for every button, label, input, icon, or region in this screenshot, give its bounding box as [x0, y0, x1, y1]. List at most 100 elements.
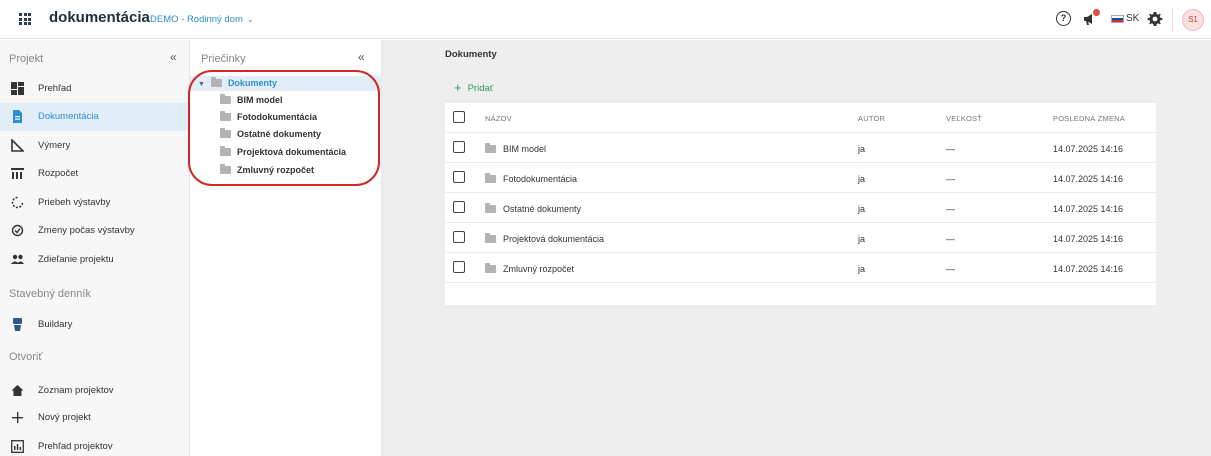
tree-item-label: BIM model [237, 95, 283, 105]
main-content: Dokumenty + Pridať NÁZOV AUTOR VEĽKOSŤ PO… [382, 40, 1211, 456]
row-name-cell[interactable]: BIM model [485, 143, 547, 154]
folder-icon [220, 164, 231, 174]
sidebar-item-vymery[interactable]: Výmery [0, 132, 189, 160]
row-size: — [946, 234, 955, 244]
sidebar-item-rozpocet[interactable]: Rozpočet [0, 160, 189, 188]
sidebar-item-zdielanie[interactable]: Zdieľanie projektu [0, 246, 189, 274]
row-name: Ostatné dokumenty [503, 204, 582, 214]
tree-item-bim-model[interactable]: BIM model [220, 94, 283, 110]
sidebar-item-prehlad[interactable]: Prehľad [0, 75, 189, 103]
project-select[interactable]: DEMO - Rodinný dom ⌄ [150, 14, 254, 25]
changes-icon [11, 224, 24, 237]
collapse-sidebar-icon[interactable]: « [170, 50, 177, 64]
document-icon [13, 110, 22, 123]
sidebar-item-label: Prehľad projektov [38, 441, 113, 452]
row-size: — [946, 204, 955, 214]
sidebar-item-dokumentacia[interactable]: Dokumentácia [0, 103, 189, 131]
sidebar-item-label: Priebeh výstavby [38, 197, 111, 208]
row-date: 14.07.2025 14:16 [1053, 264, 1124, 274]
row-date: 14.07.2025 14:16 [1053, 204, 1124, 214]
sidebar-item-buildary[interactable]: Buildary [0, 311, 189, 339]
tree-item-fotodokumentacia[interactable]: Fotodokumentácia [220, 111, 317, 127]
table-row[interactable]: Ostatné dokumenty ja — 14.07.2025 14:16 [445, 193, 1156, 223]
plus-icon [12, 412, 23, 423]
column-header-name[interactable]: NÁZOV [485, 114, 512, 123]
row-checkbox[interactable] [453, 171, 465, 183]
tree-item-zmluvny-rozpocet[interactable]: Zmluvný rozpočet [220, 164, 315, 180]
avatar[interactable]: S1 [1182, 9, 1204, 31]
table-header: NÁZOV AUTOR VEĽKOSŤ POSLEDNÁ ZMENA [445, 103, 1156, 133]
column-header-author[interactable]: AUTOR [858, 114, 885, 123]
add-button[interactable]: + Pridať [454, 79, 494, 95]
add-button-label: Pridať [467, 83, 494, 94]
tree-item-dokumenty[interactable]: ▼ Dokumenty [190, 76, 381, 91]
row-size: — [946, 264, 955, 274]
row-checkbox[interactable] [453, 261, 465, 273]
column-header-date[interactable]: POSLEDNÁ ZMENA [1053, 114, 1125, 123]
row-author: ja [858, 174, 866, 184]
measure-icon [11, 139, 24, 152]
row-name: Projektová dokumentácia [503, 234, 605, 244]
table-row[interactable]: Fotodokumentácia ja — 14.07.2025 14:16 [445, 163, 1156, 193]
row-author: ja [858, 204, 866, 214]
section-title-diary: Stavebný denník [9, 288, 91, 300]
row-name: BIM model [503, 144, 547, 154]
row-name-cell[interactable]: Zmluvný rozpočet [485, 263, 574, 274]
row-name-cell[interactable]: Ostatné dokumenty [485, 203, 582, 214]
row-checkbox[interactable] [453, 201, 465, 213]
sidebar-item-zoznam-projektov[interactable]: Zoznam projektov [0, 377, 189, 405]
section-title-open: Otvoriť [9, 351, 43, 363]
row-author: ja [858, 234, 866, 244]
row-author: ja [858, 144, 866, 154]
documents-table: NÁZOV AUTOR VEĽKOSŤ POSLEDNÁ ZMENA BIM m… [445, 103, 1156, 305]
row-checkbox[interactable] [453, 231, 465, 243]
sidebar-item-label: Nový projekt [38, 412, 91, 423]
sidebar-item-prehlad-projektov[interactable]: Prehľad projektov [0, 433, 189, 456]
sidebar-item-label: Zoznam projektov [38, 385, 114, 396]
language-label[interactable]: SK [1126, 13, 1139, 24]
row-size: — [946, 174, 955, 184]
folder-icon [210, 77, 222, 87]
help-icon[interactable]: ? [1056, 11, 1071, 26]
table-row[interactable]: Projektová dokumentácia ja — 14.07.2025 … [445, 223, 1156, 253]
folder-icon [220, 146, 231, 156]
home-icon [11, 385, 24, 396]
sidebar-item-priebeh-vystavby[interactable]: Priebeh výstavby [0, 189, 189, 217]
collapse-folders-icon[interactable]: « [358, 50, 365, 64]
notification-badge [1093, 9, 1100, 16]
sidebar-item-zmeny[interactable]: Zmeny počas výstavby [0, 217, 189, 245]
sidebar-item-novy-projekt[interactable]: Nový projekt [0, 404, 189, 432]
sidebar-item-label: Výmery [38, 140, 71, 151]
select-all-checkbox[interactable] [453, 111, 465, 123]
row-author: ja [858, 264, 866, 274]
tree-item-label: Zmluvný rozpočet [237, 165, 315, 175]
sidebar: Projekt « Prehľad Dokumentácia Výmery Ro… [0, 40, 190, 456]
row-name: Fotodokumentácia [503, 174, 578, 184]
chart-icon [11, 440, 24, 453]
folder-panel-title: Priečinky [201, 53, 246, 65]
row-date: 14.07.2025 14:16 [1053, 144, 1124, 154]
row-checkbox[interactable] [453, 141, 465, 153]
budget-icon [11, 168, 24, 179]
apps-grid-icon[interactable] [19, 13, 31, 25]
sidebar-item-label: Rozpočet [38, 168, 79, 179]
tree-item-label: Projektová dokumentácia [237, 147, 347, 157]
tree-item-projektova-dokumentacia[interactable]: Projektová dokumentácia [220, 146, 347, 162]
column-header-size[interactable]: VEĽKOSŤ [946, 114, 982, 123]
caret-down-icon[interactable]: ▼ [198, 81, 205, 88]
chevron-down-icon: ⌄ [246, 15, 254, 24]
folder-icon [485, 233, 496, 243]
gear-icon[interactable] [1147, 11, 1163, 27]
table-row[interactable]: BIM model ja — 14.07.2025 14:16 [445, 133, 1156, 163]
row-name-cell[interactable]: Projektová dokumentácia [485, 233, 605, 244]
folder-icon [485, 143, 496, 153]
section-title-project: Projekt [9, 53, 44, 65]
row-name-cell[interactable]: Fotodokumentácia [485, 173, 578, 184]
table-row[interactable]: Zmluvný rozpočet ja — 14.07.2025 14:16 [445, 253, 1156, 283]
row-size: — [946, 144, 955, 154]
flag-sk-icon[interactable] [1111, 15, 1124, 23]
row-date: 14.07.2025 14:16 [1053, 174, 1124, 184]
folder-icon [220, 94, 231, 104]
tree-item-ostatne-dokumenty[interactable]: Ostatné dokumenty [220, 128, 321, 144]
progress-icon [11, 196, 24, 209]
